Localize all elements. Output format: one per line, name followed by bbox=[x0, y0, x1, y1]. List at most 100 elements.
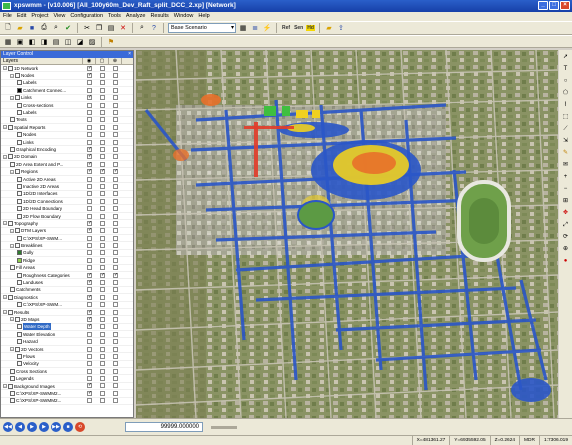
export-icon[interactable]: ⇪ bbox=[336, 23, 346, 33]
snap-icon[interactable]: ⊕ bbox=[109, 58, 122, 64]
measure-icon[interactable]: ⇲ bbox=[561, 137, 571, 146]
layer-checkbox[interactable] bbox=[87, 146, 92, 152]
link-icon[interactable]: ◨ bbox=[39, 37, 49, 47]
layer-checkbox[interactable] bbox=[100, 339, 105, 345]
layer-checkbox[interactable] bbox=[87, 331, 92, 337]
layer-checkbox[interactable] bbox=[87, 294, 92, 300]
layer-checkbox[interactable] bbox=[113, 80, 118, 86]
layer-checkbox[interactable] bbox=[100, 110, 105, 116]
node-tool-icon[interactable]: ⬚ bbox=[561, 113, 571, 122]
loop-icon[interactable]: ⟲ bbox=[75, 422, 85, 432]
menu-window[interactable]: Window bbox=[174, 12, 194, 21]
expand-toggle-icon[interactable]: - bbox=[3, 295, 7, 300]
zoom-window-icon[interactable]: ⊞ bbox=[561, 197, 571, 206]
link-tool-icon[interactable]: ⟋ bbox=[561, 125, 571, 134]
layer-checkbox[interactable] bbox=[87, 272, 92, 278]
layer-checkbox[interactable] bbox=[113, 132, 118, 138]
layer-checkbox[interactable] bbox=[87, 154, 92, 160]
layer-checkbox[interactable] bbox=[87, 73, 92, 79]
layer-checkbox[interactable] bbox=[113, 146, 118, 152]
delete-icon[interactable]: ✕ bbox=[118, 23, 128, 33]
center-icon[interactable]: ⊕ bbox=[561, 245, 571, 254]
layer-checkbox[interactable] bbox=[87, 161, 92, 167]
layer-checkbox[interactable] bbox=[100, 183, 105, 189]
layer-checkbox[interactable] bbox=[100, 124, 105, 130]
layers-icon[interactable]: ≣ bbox=[250, 23, 260, 33]
expand-toggle-icon[interactable]: - bbox=[10, 95, 14, 100]
close-icon[interactable]: × bbox=[128, 51, 131, 58]
layer-checkbox[interactable] bbox=[87, 95, 92, 101]
expand-toggle-icon[interactable]: - bbox=[3, 310, 7, 315]
layer-checkbox[interactable] bbox=[100, 235, 105, 241]
layer-checkbox[interactable] bbox=[100, 206, 105, 212]
layer-checkbox[interactable] bbox=[87, 368, 92, 374]
layer-checkbox[interactable] bbox=[87, 265, 92, 271]
layer-checkbox[interactable] bbox=[113, 198, 118, 204]
save-icon[interactable]: ■ bbox=[27, 23, 37, 33]
print-icon[interactable]: ⎙ bbox=[39, 23, 49, 33]
expand-toggle-icon[interactable]: - bbox=[10, 73, 14, 78]
layer-checkbox[interactable] bbox=[100, 376, 105, 382]
lock-icon[interactable]: ▢ bbox=[96, 58, 109, 64]
layer-checkbox[interactable] bbox=[100, 331, 105, 337]
expand-toggle-icon[interactable]: - bbox=[10, 317, 14, 322]
layer-checkbox[interactable] bbox=[113, 213, 118, 219]
report-icon[interactable]: ▨ bbox=[87, 37, 97, 47]
layer-checkbox[interactable] bbox=[87, 257, 92, 263]
mail-icon[interactable]: ✉ bbox=[561, 161, 571, 170]
layer-checkbox[interactable] bbox=[113, 110, 118, 116]
layer-checkbox[interactable] bbox=[100, 368, 105, 374]
expand-toggle-icon[interactable]: - bbox=[3, 154, 7, 159]
layer-checkbox[interactable] bbox=[87, 206, 92, 212]
layer-checkbox[interactable] bbox=[87, 80, 92, 86]
layer-checkbox[interactable] bbox=[87, 287, 92, 293]
pan-icon[interactable]: ✥ bbox=[561, 209, 571, 218]
time-slider[interactable] bbox=[211, 425, 237, 429]
expand-toggle-icon[interactable]: - bbox=[10, 169, 14, 174]
zoom-out-icon[interactable]: − bbox=[561, 185, 571, 194]
layer-checkbox[interactable] bbox=[113, 280, 118, 286]
layer-checkbox[interactable] bbox=[113, 206, 118, 212]
layer-checkbox[interactable] bbox=[100, 176, 105, 182]
menu-results[interactable]: Results bbox=[150, 12, 168, 21]
layer-checkbox[interactable] bbox=[100, 146, 105, 152]
polygon-icon[interactable]: ⬠ bbox=[561, 89, 571, 98]
scenario-manager-icon[interactable]: ▦ bbox=[238, 23, 248, 33]
layer-checkbox[interactable] bbox=[113, 228, 118, 234]
layer-checkbox[interactable] bbox=[113, 65, 118, 71]
layer-checkbox[interactable] bbox=[113, 102, 118, 108]
fast-forward-icon[interactable]: ▶▶ bbox=[51, 422, 61, 432]
layer-checkbox[interactable] bbox=[100, 220, 105, 226]
layer-checkbox[interactable] bbox=[87, 124, 92, 130]
layer-checkbox[interactable] bbox=[100, 228, 105, 234]
layer-checkbox[interactable] bbox=[100, 353, 105, 359]
menu-analyze[interactable]: Analyze bbox=[126, 12, 146, 21]
layer-checkbox[interactable] bbox=[113, 294, 118, 300]
layer-checkbox[interactable] bbox=[87, 220, 92, 226]
layer-checkbox[interactable] bbox=[87, 132, 92, 138]
visibility-eye-icon[interactable]: ◉ bbox=[83, 58, 96, 64]
layer-checkbox[interactable] bbox=[100, 309, 105, 315]
layer-checkbox[interactable] bbox=[113, 169, 118, 175]
menu-tools[interactable]: Tools bbox=[108, 12, 121, 21]
menu-file[interactable]: File bbox=[3, 12, 12, 21]
help-icon[interactable]: ? bbox=[149, 23, 159, 33]
info-icon[interactable]: ● bbox=[561, 257, 571, 266]
layer-checkbox[interactable] bbox=[113, 161, 118, 167]
layer-checkbox[interactable] bbox=[100, 316, 105, 322]
filter-icon[interactable]: ⚑ bbox=[106, 37, 116, 47]
layer-checkbox[interactable] bbox=[100, 139, 105, 145]
layer-checkbox[interactable] bbox=[113, 257, 118, 263]
layer-checkbox[interactable] bbox=[113, 272, 118, 278]
layer-checkbox[interactable] bbox=[113, 383, 118, 389]
minimize-button[interactable]: _ bbox=[538, 1, 548, 10]
expand-toggle-icon[interactable]: - bbox=[3, 125, 7, 130]
layer-row[interactable]: C:\XPS\XP-SWMM2... bbox=[1, 398, 133, 405]
layer-checkbox[interactable] bbox=[100, 161, 105, 167]
layer-checkbox[interactable] bbox=[100, 272, 105, 278]
layer-checkbox[interactable] bbox=[100, 213, 105, 219]
step-forward-icon[interactable]: ▶ bbox=[39, 422, 49, 432]
layer-checkbox[interactable] bbox=[113, 183, 118, 189]
menu-project[interactable]: Project bbox=[31, 12, 48, 21]
layer-checkbox[interactable] bbox=[100, 280, 105, 286]
